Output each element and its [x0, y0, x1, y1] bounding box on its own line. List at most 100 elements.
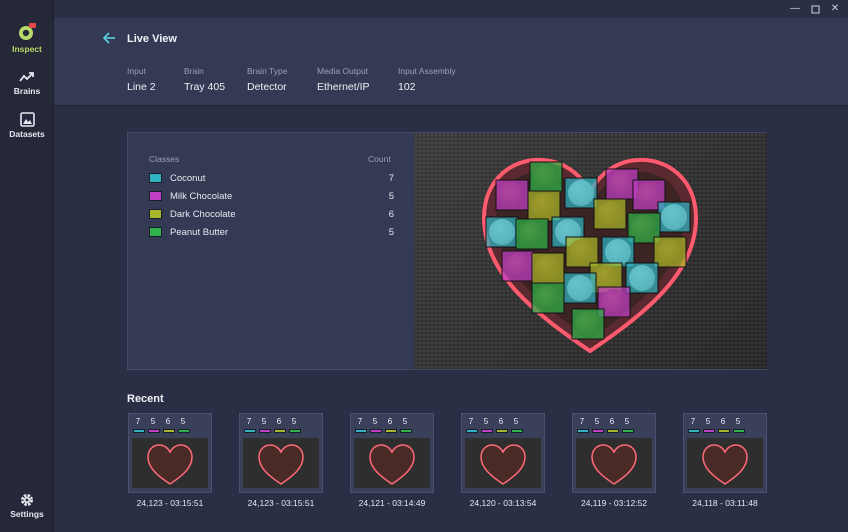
nav-brains[interactable]: Brains — [0, 70, 54, 96]
class-swatch — [149, 173, 162, 183]
minimize-icon[interactable]: — — [790, 4, 800, 14]
meta-input-value: Line 2 — [127, 81, 156, 93]
thumb-count: 5 — [402, 417, 408, 426]
thumb-class-bar — [733, 429, 745, 433]
thumb-class-bar — [355, 429, 367, 433]
thumb-class-bar — [496, 429, 508, 433]
trend-icon — [19, 72, 34, 82]
thumb-count: 7 — [135, 417, 141, 426]
thumb-count: 5 — [261, 417, 267, 426]
class-swatch — [149, 191, 162, 201]
back-arrow-icon[interactable] — [102, 32, 116, 44]
thumb-count: 6 — [720, 417, 726, 426]
detection-box-peanut-butter — [529, 161, 563, 193]
page-title: Live View — [127, 33, 177, 45]
detection-box-dark-chocolate — [531, 252, 565, 284]
recent-thumbnail-caption: 24,123 - 03:15:51 — [136, 498, 204, 508]
recent-thumbnail-caption: 24,123 - 03:15:51 — [247, 498, 315, 508]
detection-box-coconut — [657, 201, 691, 233]
class-count: 7 — [388, 172, 394, 184]
thumb-counts: 7565 — [466, 417, 521, 426]
thumb-class-bar — [400, 429, 412, 433]
thumb-class-bar — [148, 429, 160, 433]
thumb-class-bar — [178, 429, 190, 433]
nav-datasets[interactable]: Datasets — [0, 112, 54, 139]
thumb-count: 5 — [150, 417, 156, 426]
sidebar: Inspect Brains Datasets Settings — [0, 0, 54, 532]
thumb-class-bar — [607, 429, 619, 433]
thumb-image — [576, 438, 652, 488]
thumb-count: 5 — [594, 417, 600, 426]
thumb-class-bar — [511, 429, 523, 433]
thumb-class-bar — [385, 429, 397, 433]
detection-box-dark-chocolate — [653, 236, 687, 268]
heart-box-detections — [481, 157, 699, 354]
thumb-class-bar — [259, 429, 271, 433]
maximize-icon[interactable] — [810, 4, 820, 14]
thumb-count: 7 — [246, 417, 252, 426]
meta-input: Input Line 2 — [127, 66, 156, 93]
thumb-count: 6 — [387, 417, 393, 426]
meta-brain-type: Brain Type Detector — [247, 66, 287, 93]
gear-icon — [21, 494, 33, 506]
recent-title: Recent — [127, 393, 164, 405]
detection-box-coconut — [563, 272, 597, 304]
inspect-icon — [19, 23, 36, 40]
thumb-count: 5 — [735, 417, 741, 426]
thumb-count: 5 — [513, 417, 519, 426]
detection-box-peanut-butter — [515, 218, 549, 250]
class-swatch — [149, 227, 162, 237]
thumb-count: 6 — [165, 417, 171, 426]
class-row-dark-chocolate: Dark Chocolate 6 — [149, 207, 394, 221]
meta-input-assembly-label: Input Assembly — [398, 66, 456, 76]
class-count: 5 — [388, 190, 394, 202]
meta-brain-type-label: Brain Type — [247, 66, 288, 76]
detection-box-peanut-butter — [531, 282, 565, 314]
thumb-count: 6 — [609, 417, 615, 426]
recent-thumbnail[interactable]: 7565 — [572, 413, 656, 493]
detection-box-dark-chocolate — [593, 198, 627, 230]
nav-settings[interactable]: Settings — [0, 493, 54, 519]
recent-thumbnail[interactable]: 7565 — [683, 413, 767, 493]
recent-thumbnail[interactable]: 7565 — [128, 413, 212, 493]
class-row-peanut-butter: Peanut Butter 5 — [149, 225, 394, 239]
thumb-class-bar — [481, 429, 493, 433]
thumb-class-bar — [466, 429, 478, 433]
thumb-count: 6 — [276, 417, 282, 426]
nav-inspect[interactable]: Inspect — [0, 22, 54, 54]
class-name: Dark Chocolate — [170, 208, 236, 220]
meta-brain: Brain Tray 405 — [184, 66, 225, 93]
thumb-class-bars — [688, 429, 745, 433]
thumb-class-bars — [577, 429, 634, 433]
meta-media-output-value: Ethernet/IP — [317, 81, 370, 93]
thumb-counts: 7565 — [133, 417, 188, 426]
detection-box-coconut — [625, 262, 659, 294]
meta-media-output-label: Media Output — [317, 66, 369, 76]
thumb-class-bar — [592, 429, 604, 433]
thumb-image — [354, 438, 430, 488]
thumb-class-bar — [133, 429, 145, 433]
thumb-image — [687, 438, 763, 488]
class-name: Milk Chocolate — [170, 190, 233, 202]
meta-media-output: Media Output Ethernet/IP — [317, 66, 370, 93]
class-row-milk-chocolate: Milk Chocolate 5 — [149, 189, 394, 203]
thumb-image — [243, 438, 319, 488]
detection-box-peanut-butter — [571, 308, 605, 340]
recent-thumbnail[interactable]: 7565 — [461, 413, 545, 493]
meta-input-label: Input — [127, 66, 146, 76]
thumb-class-bar — [274, 429, 286, 433]
thumb-class-bar — [244, 429, 256, 433]
thumb-count: 7 — [579, 417, 585, 426]
live-view-panel: Classes Count Coconut 7 Milk Chocolate 5… — [127, 132, 767, 370]
recent-thumbnail[interactable]: 7565 — [239, 413, 323, 493]
class-name: Coconut — [170, 172, 206, 184]
thumb-class-bars — [244, 429, 301, 433]
classes-header: Classes — [149, 154, 180, 164]
class-count: 6 — [388, 208, 394, 220]
thumb-class-bar — [703, 429, 715, 433]
thumb-class-bar — [688, 429, 700, 433]
close-icon[interactable]: ✕ — [830, 4, 840, 14]
recent-thumbnail[interactable]: 7565 — [350, 413, 434, 493]
window-controls: — ✕ — [790, 4, 840, 14]
recent-thumbnail-caption: 24,119 - 03:12:52 — [580, 498, 647, 508]
